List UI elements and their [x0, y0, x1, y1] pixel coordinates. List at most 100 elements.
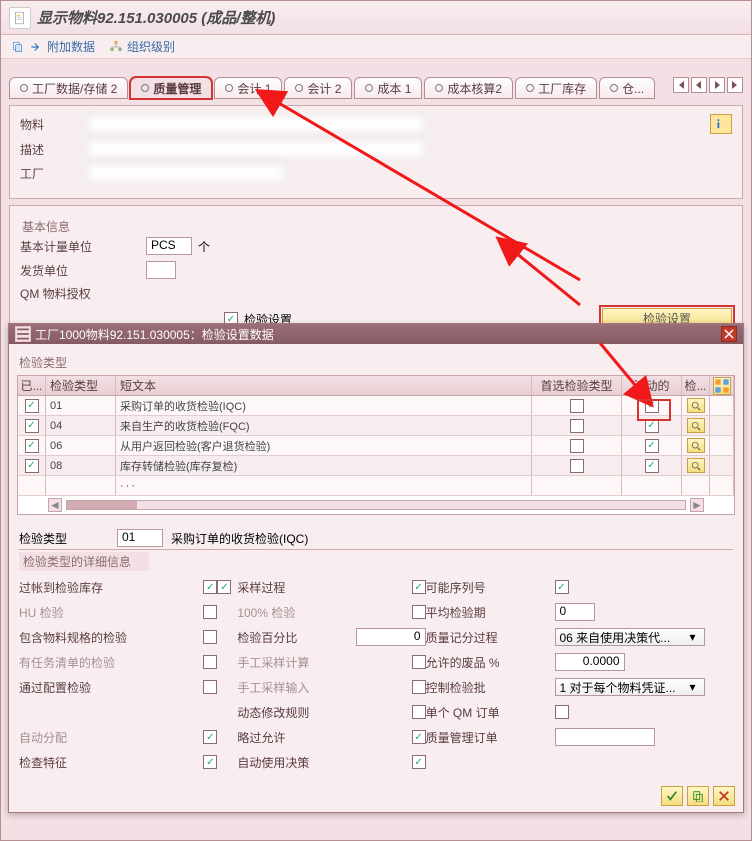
skip-allowed-checkbox[interactable]: [412, 730, 426, 744]
row-select-checkbox[interactable]: [25, 399, 39, 413]
detail-type-text: 采购订单的收货检验(IQC): [171, 530, 308, 547]
dialog-title: 工厂1000物料92.151.030005：检验设置数据: [35, 326, 721, 343]
tab-more[interactable]: 仓...: [599, 77, 655, 99]
auto-ud-checkbox[interactable]: [412, 755, 426, 769]
quality-score-combo[interactable]: 06 来自使用决策代...▾: [555, 628, 705, 646]
row-text: 来自生产的收货检验(FQC): [116, 416, 532, 435]
mat-spec-checkbox[interactable]: [203, 630, 217, 644]
tab-cost-calc-2[interactable]: 成本核算2: [424, 77, 513, 99]
col-active[interactable]: 活动的: [622, 376, 682, 395]
row-detail-button[interactable]: [687, 438, 705, 453]
auto-assign-checkbox[interactable]: [203, 730, 217, 744]
row-detail-button[interactable]: [687, 418, 705, 433]
dialog-close-button[interactable]: [721, 326, 737, 342]
row-type: 01: [46, 396, 116, 415]
cancel-button[interactable]: [713, 786, 735, 806]
dialog-footer-buttons: [661, 786, 735, 806]
manual-sample-input-checkbox[interactable]: [412, 680, 426, 694]
tab-next-button[interactable]: [709, 77, 725, 93]
material-value: [86, 115, 426, 133]
info-icon[interactable]: [710, 114, 732, 134]
tasklist-checkbox[interactable]: [203, 655, 217, 669]
hundred-pct-checkbox[interactable]: [412, 605, 426, 619]
inspection-settings-dialog: 工厂1000物料92.151.030005：检验设置数据 检验类型 已... 检…: [8, 323, 744, 813]
row-active-checkbox[interactable]: [645, 459, 659, 473]
inspect-pct-field[interactable]: 0: [356, 628, 426, 646]
row-active-checkbox[interactable]: [645, 439, 659, 453]
row-select-checkbox[interactable]: [25, 419, 39, 433]
row-preferred-checkbox[interactable]: [570, 439, 584, 453]
table-row[interactable]: 04来自生产的收货检验(FQC): [18, 416, 734, 436]
row-detail-button[interactable]: [687, 398, 705, 413]
detail-type-value[interactable]: 01: [117, 529, 163, 547]
row-active-checkbox[interactable]: [645, 419, 659, 433]
detail-panel-title: 检验类型的详细信息: [19, 552, 149, 571]
scroll-left-button[interactable]: ◄: [48, 498, 62, 512]
tab-quality-mgmt[interactable]: 质量管理: [130, 77, 212, 99]
post-to-insp-stock-checkbox[interactable]: [203, 580, 217, 594]
tab-last-button[interactable]: [727, 77, 743, 93]
grid-settings-button[interactable]: [710, 376, 734, 395]
row-detail-button[interactable]: [687, 458, 705, 473]
row-type: 06: [46, 436, 116, 455]
allowed-scrap-field[interactable]: 0.0000: [555, 653, 625, 671]
scrollbar-track[interactable]: [66, 500, 686, 510]
table-row[interactable]: 06从用户返回检验(客户退货检验): [18, 436, 734, 456]
hu-insp-checkbox[interactable]: [203, 605, 217, 619]
check-char-checkbox[interactable]: [203, 755, 217, 769]
tab-accounting-1[interactable]: 会计 1: [214, 77, 282, 99]
col-preferred[interactable]: 首选检验类型: [532, 376, 622, 395]
tab-row: 工厂数据/存储 2 质量管理 会计 1 会计 2 成本 1 成本核算2 工厂库存…: [1, 59, 751, 99]
row-text: 采购订单的收货检验(IQC): [116, 396, 532, 415]
scrollbar-thumb[interactable]: [67, 501, 137, 509]
detail-type-label: 检验类型: [19, 530, 109, 547]
org-level-button[interactable]: 组织级别: [109, 38, 175, 55]
table-row[interactable]: 01采购订单的收货检验(IQC): [18, 396, 734, 416]
detail-panel: 检验类型的详细信息 过帐到检验库存 HU 检验 包含物料规格的检验 有任务清单的…: [19, 549, 733, 772]
issue-unit-field[interactable]: [146, 261, 176, 279]
dynamic-rule-checkbox[interactable]: [412, 705, 426, 719]
append-data-label: 附加数据: [47, 38, 95, 55]
accept-button[interactable]: [661, 786, 683, 806]
tab-accounting-2[interactable]: 会计 2: [284, 77, 352, 99]
row-select-checkbox[interactable]: [25, 459, 39, 473]
sampling-proc-flag-checkbox[interactable]: [412, 580, 426, 594]
uom-field[interactable]: PCS: [146, 237, 192, 255]
scroll-right-button[interactable]: ►: [690, 498, 704, 512]
control-insp-lot-combo[interactable]: 1 对于每个物料凭证...▾: [555, 678, 705, 696]
col-short-text[interactable]: 短文本: [116, 376, 532, 395]
table-row[interactable]: 08库存转储检验(库存复检): [18, 456, 734, 476]
inspection-type-panel-title: 检验类型: [19, 354, 733, 371]
table-row-more: ···: [18, 476, 734, 496]
dialog-menu-icon[interactable]: [15, 326, 31, 342]
single-qm-order-checkbox[interactable]: [555, 705, 569, 719]
row-active-checkbox[interactable]: [645, 399, 659, 413]
row-select-checkbox[interactable]: [25, 439, 39, 453]
append-data-button[interactable]: 附加数据: [11, 38, 95, 55]
desc-value: [86, 140, 426, 158]
tab-prev-button[interactable]: [691, 77, 707, 93]
col-selected[interactable]: 已...: [18, 376, 46, 395]
uom-unit: 个: [198, 238, 210, 255]
col-type[interactable]: 检验类型: [46, 376, 116, 395]
dialog-titlebar: 工厂1000物料92.151.030005：检验设置数据: [9, 324, 743, 344]
copy-button[interactable]: [687, 786, 709, 806]
col-detail[interactable]: 检...: [682, 376, 710, 395]
sampling-proc-checkbox[interactable]: [217, 580, 231, 594]
hierarchy-icon: [109, 40, 123, 54]
row-preferred-checkbox[interactable]: [570, 459, 584, 473]
avg-insp-duration-field[interactable]: 0: [555, 603, 595, 621]
toolbar: 附加数据 组织级别: [1, 35, 751, 59]
table-scrollbar[interactable]: ◄ ►: [18, 496, 734, 514]
copy-icon: [11, 40, 25, 54]
tab-cost-1[interactable]: 成本 1: [354, 77, 422, 99]
row-preferred-checkbox[interactable]: [570, 399, 584, 413]
tab-first-button[interactable]: [673, 77, 689, 93]
tab-plant-stock[interactable]: 工厂库存: [515, 77, 597, 99]
tab-plant-data-2[interactable]: 工厂数据/存储 2: [9, 77, 128, 99]
row-preferred-checkbox[interactable]: [570, 419, 584, 433]
config-checkbox[interactable]: [203, 680, 217, 694]
qm-order-field[interactable]: [555, 728, 655, 746]
serial-possible-checkbox[interactable]: [555, 580, 569, 594]
manual-sample-calc-checkbox[interactable]: [412, 655, 426, 669]
